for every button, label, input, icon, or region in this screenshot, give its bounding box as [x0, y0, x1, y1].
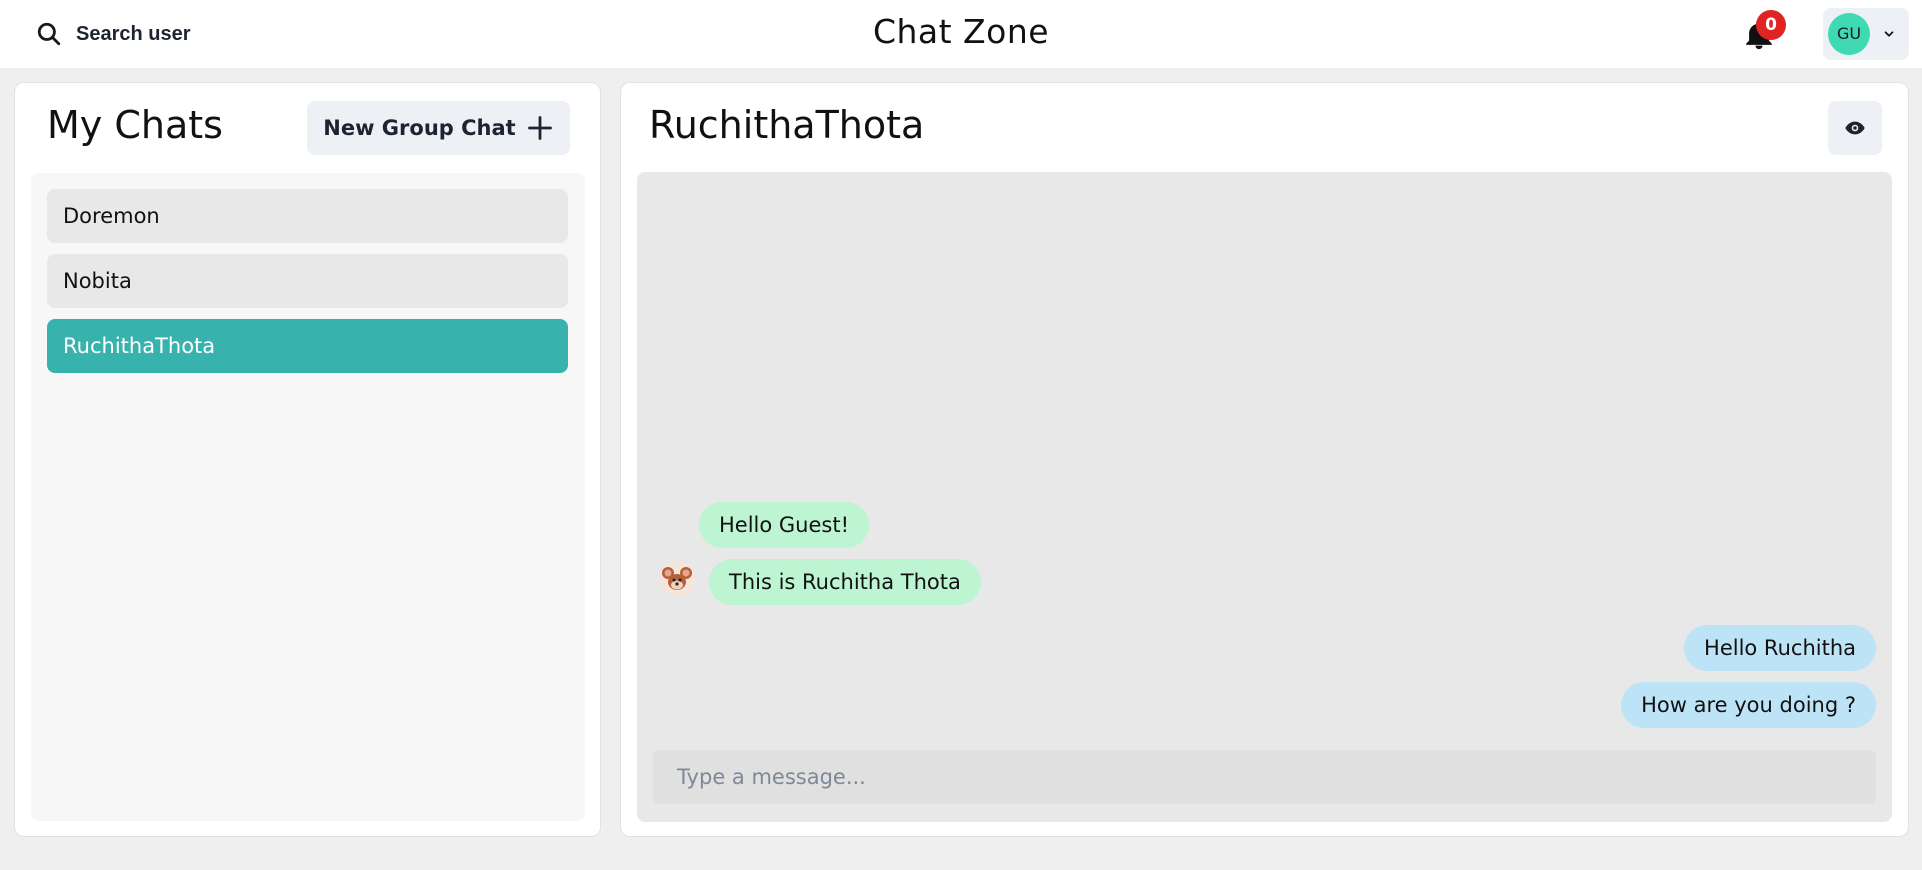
message-text: Hello Guest!	[719, 513, 849, 537]
chat-panel: RuchithaThota Hello Guest! This is Ruchi…	[620, 82, 1909, 837]
view-profile-button[interactable]	[1828, 101, 1882, 155]
my-chats-title: My Chats	[47, 103, 223, 147]
top-bar: Search user Chat Zone 0 GU	[0, 0, 1922, 68]
notification-count-badge: 0	[1756, 10, 1786, 40]
new-group-chat-label: New Group Chat	[323, 116, 516, 140]
message-bubble-sent: Hello Ruchitha	[1684, 625, 1876, 671]
messages-area: Hello Guest! This is Ruchitha Thota Hell…	[637, 172, 1892, 822]
new-group-chat-button[interactable]: New Group Chat	[307, 101, 570, 155]
sender-avatar	[659, 561, 695, 597]
eye-icon	[1845, 121, 1865, 135]
message-text: How are you doing ?	[1641, 693, 1856, 717]
message-bubble-received: This is Ruchitha Thota	[709, 559, 981, 605]
chat-item-label: Nobita	[63, 269, 132, 293]
chat-item-ruchithathota[interactable]: RuchithaThota	[47, 319, 568, 373]
chat-item-doremon[interactable]: Doremon	[47, 189, 568, 243]
mouse-avatar-icon	[659, 561, 695, 597]
app-title: Chat Zone	[872, 12, 1050, 51]
chat-list: Doremon Nobita RuchithaThota	[31, 173, 585, 821]
message-text: This is Ruchitha Thota	[729, 570, 961, 594]
chat-item-label: RuchithaThota	[63, 334, 216, 358]
chat-title: RuchithaThota	[649, 103, 925, 147]
profile-menu-button[interactable]: GU	[1823, 8, 1909, 60]
chat-item-nobita[interactable]: Nobita	[47, 254, 568, 308]
chat-item-label: Doremon	[63, 204, 160, 228]
chevron-down-icon	[1884, 31, 1894, 37]
message-text: Hello Ruchitha	[1704, 636, 1856, 660]
plus-icon	[527, 116, 552, 140]
message-bubble-received: Hello Guest!	[699, 502, 869, 548]
message-input[interactable]	[653, 750, 1876, 804]
notifications-button[interactable]: 0	[1740, 10, 1786, 54]
my-chats-panel: My Chats New Group Chat Doremon Nobita R…	[14, 82, 601, 837]
message-bubble-sent: How are you doing ?	[1621, 682, 1876, 728]
avatar: GU	[1828, 13, 1870, 55]
